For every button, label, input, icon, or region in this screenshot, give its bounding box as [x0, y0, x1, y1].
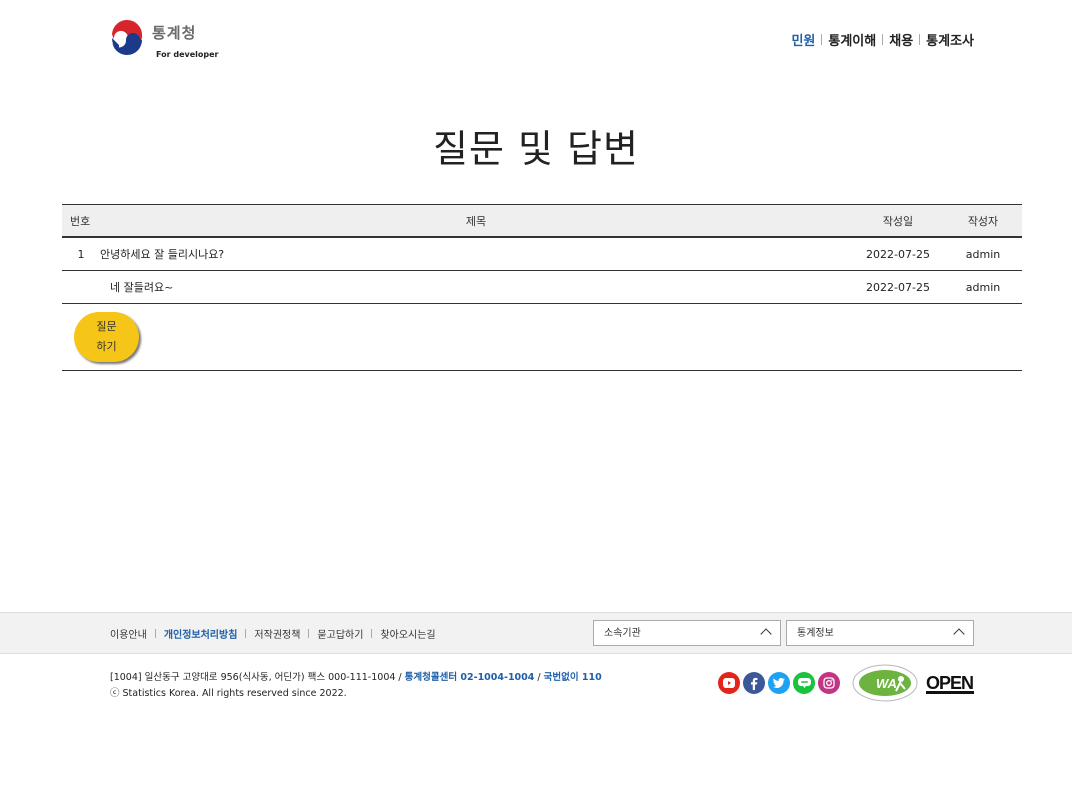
nav-divider — [882, 34, 884, 45]
footer-info: [1004] 일산동구 고양대로 956(식사동, 어딘가) 팩스 000-11… — [110, 670, 602, 702]
footer-divider — [371, 629, 373, 638]
open-mark-text: OPEN — [926, 673, 973, 693]
row-writer: admin — [965, 280, 1001, 294]
footer-divider — [154, 629, 156, 638]
dropdown-label: 통계정보 — [797, 628, 834, 639]
qna-board: 번호 제목 작성일 작성자 1 안녕하세요 잘 들리시나요? 2022-07-2… — [62, 204, 1022, 371]
youtube-icon[interactable] — [718, 672, 740, 694]
sns-links — [718, 672, 843, 694]
taegeuk-logo-icon — [110, 20, 144, 55]
twitter-icon[interactable] — [768, 672, 790, 694]
nav-item-stats-survey[interactable]: 통계조사 — [926, 30, 974, 49]
row-title-link[interactable]: 안녕하세요 잘 들리시나요? — [100, 246, 852, 262]
nav-divider — [821, 34, 823, 45]
callcenter-text: 통계청콜센터 02-1004-1004 — [404, 672, 535, 683]
affiliated-org-dropdown[interactable]: 소속기관 — [593, 620, 781, 646]
open-license-badge-icon: OPEN — [926, 673, 974, 694]
site-header: 통계청 For developer 민원 통계이해 채용 통계조사 — [0, 0, 1072, 80]
top-nav: 민원 통계이해 채용 통계조사 — [791, 30, 974, 49]
row-writer: admin — [965, 247, 1001, 261]
dropdown-label: 소속기관 — [604, 628, 641, 639]
logo-name: 통계청 — [152, 24, 197, 42]
address-line: [1004] 일산동구 고양대로 956(식사동, 어딘가) 팩스 000-11… — [110, 670, 602, 686]
stats-info-dropdown[interactable]: 통계정보 — [786, 620, 974, 646]
chevron-up-icon — [953, 628, 965, 640]
footer-link-qna[interactable]: 묻고답하기 — [317, 626, 363, 641]
address-text: [1004] 일산동구 고양대로 956(식사동, 어딘가) 팩스 000-11… — [110, 672, 405, 683]
phone-text: 국번없이 110 — [543, 672, 602, 683]
logo[interactable]: 통계청 For developer — [109, 20, 219, 59]
footer-bar: 이용안내 개인정보처리방침 저작권정책 묻고답하기 찾아오시는길 소속기관 통계… — [0, 612, 1072, 654]
separator-text: / — [534, 672, 544, 683]
table-header: 번호 제목 작성일 작성자 — [62, 204, 1022, 238]
copyright-text: ⓒ Statistics Korea. All rights reserved … — [110, 688, 347, 699]
nav-item-stats-understanding[interactable]: 통계이해 — [828, 30, 876, 49]
footer-divider — [245, 629, 247, 638]
logo-subtitle: For developer — [156, 50, 219, 59]
column-header-writer: 작성자 — [967, 214, 999, 228]
web-accessibility-badge-icon: WA — [852, 664, 918, 702]
page-title: 질문 및 답변 — [433, 127, 639, 171]
nav-item-recruit[interactable]: 채용 — [889, 30, 913, 49]
footer-link-privacy[interactable]: 개인정보처리방침 — [164, 626, 238, 641]
chevron-up-icon — [760, 628, 772, 640]
ask-question-button[interactable]: 질문 하기 — [74, 312, 139, 362]
wa-mark-text: WA — [876, 676, 897, 691]
facebook-icon[interactable] — [743, 672, 765, 694]
column-header-title: 제목 — [465, 214, 487, 228]
ask-button-label-line1: 질문 — [96, 320, 117, 333]
row-date: 2022-07-25 — [866, 280, 930, 294]
column-header-no: 번호 — [70, 214, 91, 228]
blog-icon[interactable] — [793, 672, 815, 694]
footer-divider — [308, 629, 310, 638]
table-row-reply[interactable]: 네 잘들려요~ 2022-07-25 admin — [62, 271, 1022, 304]
nav-divider — [919, 34, 921, 45]
row-date: 2022-07-25 — [866, 247, 930, 261]
nav-item-civil[interactable]: 민원 — [791, 30, 815, 49]
ask-button-label-line2: 하기 — [96, 340, 117, 353]
row-title-link[interactable]: 네 잘들려요~ — [100, 279, 852, 295]
footer-link-guide[interactable]: 이용안내 — [110, 626, 147, 641]
column-header-date: 작성일 — [882, 214, 914, 228]
footer-link-copyright[interactable]: 저작권정책 — [254, 626, 300, 641]
footer-link-directions[interactable]: 찾아오시는길 — [380, 626, 435, 641]
footer-links: 이용안내 개인정보처리방침 저작권정책 묻고답하기 찾아오시는길 — [110, 626, 436, 641]
row-no: 1 — [77, 247, 85, 261]
board-actions: 질문 하기 — [62, 304, 1022, 371]
instagram-icon[interactable] — [818, 672, 840, 694]
table-row[interactable]: 1 안녕하세요 잘 들리시나요? 2022-07-25 admin — [62, 238, 1022, 271]
